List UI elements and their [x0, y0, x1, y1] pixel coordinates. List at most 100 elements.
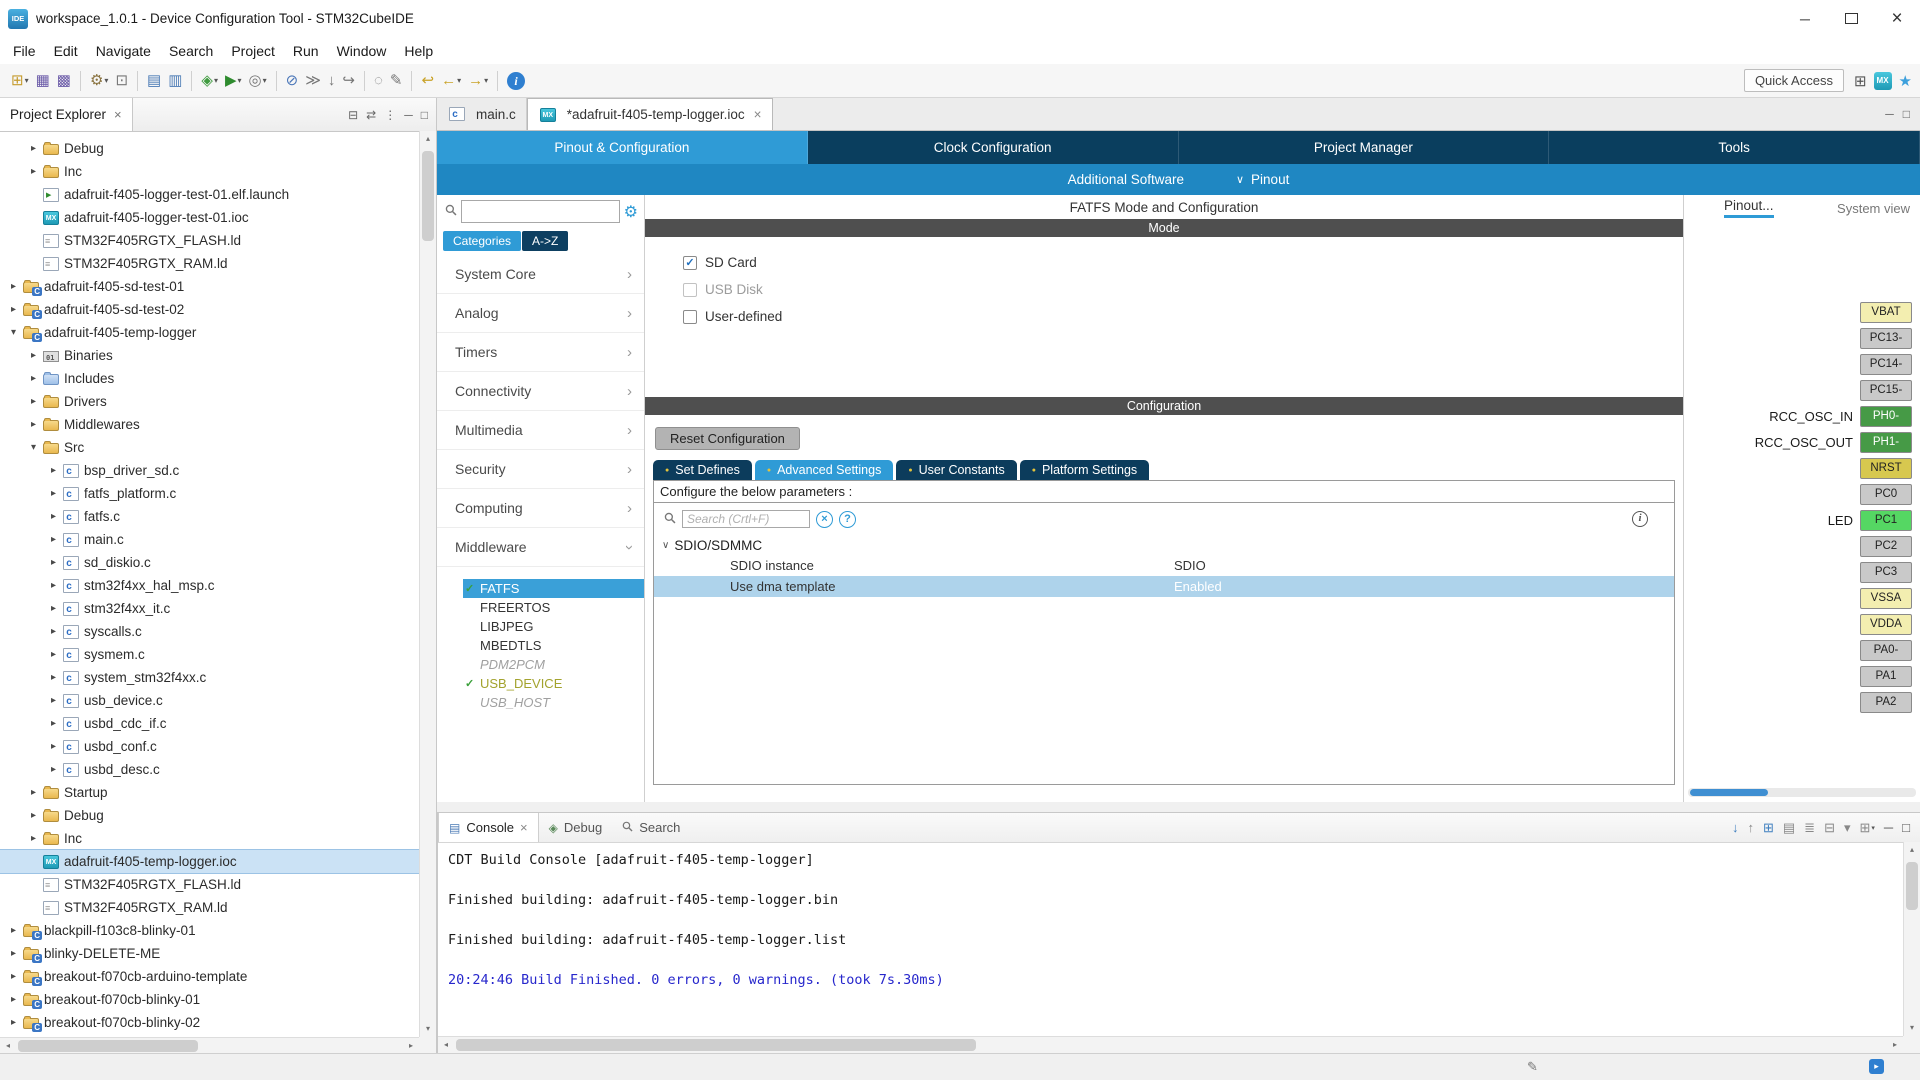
- console-vertical-scrollbar[interactable]: ▴ ▾: [1903, 842, 1920, 1036]
- minimize-view-icon[interactable]: ─: [1884, 820, 1893, 835]
- expand-toggle-icon[interactable]: ▸: [26, 143, 41, 154]
- middleware-item-usb-host[interactable]: USB_HOST: [463, 693, 644, 712]
- tree-item[interactable]: STM32F405RGTX_RAM.ld: [0, 896, 419, 919]
- device-configuration-perspective-icon[interactable]: ★: [1899, 72, 1912, 90]
- pin-nrst[interactable]: NRST: [1860, 458, 1912, 479]
- parameter-value[interactable]: Enabled: [1174, 579, 1222, 594]
- expand-toggle-icon[interactable]: ▾: [26, 442, 41, 453]
- tree-item[interactable]: ▸adafruit-f405-sd-test-02: [0, 298, 419, 321]
- open-type-icon[interactable]: ◌: [371, 69, 386, 93]
- config-main-tab-tools[interactable]: Tools: [1549, 131, 1920, 164]
- expand-toggle-icon[interactable]: ▸: [6, 1017, 21, 1028]
- pin-pa2[interactable]: PA2: [1860, 692, 1912, 713]
- tree-item[interactable]: ▸system_stm32f4xx.c: [0, 666, 419, 689]
- pin-ph0[interactable]: PH0-: [1860, 406, 1912, 427]
- close-tab-icon[interactable]: ×: [520, 820, 528, 835]
- parameter-row-use-dma-template[interactable]: Use dma templateEnabled: [654, 576, 1674, 597]
- menu-window[interactable]: Window: [328, 39, 396, 63]
- tree-item[interactable]: adafruit-f405-logger-test-01.ioc: [0, 206, 419, 229]
- pin-pc15[interactable]: PC15-: [1860, 380, 1912, 401]
- tree-item[interactable]: STM32F405RGTX_FLASH.ld: [0, 229, 419, 252]
- tab-a-z[interactable]: A->Z: [522, 231, 568, 251]
- tree-item[interactable]: ▸Startup: [0, 781, 419, 804]
- pin-pa0[interactable]: PA0-: [1860, 640, 1912, 661]
- tree-item[interactable]: ▸fatfs_platform.c: [0, 482, 419, 505]
- maximize-view-icon[interactable]: □: [1902, 820, 1910, 835]
- expand-toggle-icon[interactable]: ▸: [26, 787, 41, 798]
- expand-toggle-icon[interactable]: ▸: [46, 488, 61, 499]
- middleware-item-freertos[interactable]: FREERTOS: [463, 598, 644, 617]
- tree-item[interactable]: ▸main.c: [0, 528, 419, 551]
- scrollbar-thumb[interactable]: [1690, 789, 1768, 796]
- console-menu-icon[interactable]: ⊞▾: [1860, 820, 1875, 836]
- minimize-view-icon[interactable]: ─: [1885, 107, 1894, 121]
- menu-file[interactable]: File: [4, 39, 45, 63]
- category-computing[interactable]: Computing›: [437, 489, 644, 528]
- pin-vssa[interactable]: VSSA: [1860, 588, 1912, 609]
- tree-item[interactable]: ▸usbd_conf.c: [0, 735, 419, 758]
- checkbox-icon[interactable]: [683, 283, 697, 297]
- minimize-view-icon[interactable]: ─: [404, 108, 413, 122]
- tree-item[interactable]: ▸syscalls.c: [0, 620, 419, 643]
- open-perspective-icon[interactable]: ⊞: [1854, 72, 1867, 90]
- pin-console-icon[interactable]: ⊟: [1824, 820, 1835, 836]
- mark-occurrences-icon[interactable]: ✎: [387, 69, 406, 93]
- expand-toggle-icon[interactable]: ▸: [6, 304, 21, 315]
- expand-toggle-icon[interactable]: ▸: [6, 925, 21, 936]
- build-icon[interactable]: ⊡: [112, 69, 131, 93]
- tree-item[interactable]: ▸Debug: [0, 804, 419, 827]
- resume-icon[interactable]: ≫: [302, 69, 324, 93]
- parameter-row-sdio-instance[interactable]: SDIO instanceSDIO: [654, 555, 1674, 576]
- menu-navigate[interactable]: Navigate: [87, 39, 160, 63]
- additional-software-dropdown[interactable]: Additional Software: [1068, 172, 1184, 187]
- tab-search[interactable]: Search: [612, 813, 690, 842]
- help-button[interactable]: ?: [839, 511, 856, 528]
- skip-all-breakpoints-icon[interactable]: ⊘: [283, 69, 302, 93]
- expand-toggle-icon[interactable]: ▸: [6, 281, 21, 292]
- tree-item[interactable]: STM32F405RGTX_FLASH.ld: [0, 873, 419, 896]
- scroll-right-icon[interactable]: ▸: [403, 1038, 419, 1054]
- tree-item[interactable]: ▸usb_device.c: [0, 689, 419, 712]
- config-tab-advanced-settings[interactable]: ●Advanced Settings: [755, 460, 893, 480]
- maximize-button[interactable]: [1828, 0, 1874, 37]
- expand-toggle-icon[interactable]: ▸: [26, 396, 41, 407]
- debug-icon[interactable]: ◈▾: [198, 69, 221, 93]
- pin-pc2[interactable]: PC2: [1860, 536, 1912, 557]
- mode-option-user-defined[interactable]: User-defined: [683, 303, 1683, 330]
- build-settings-icon[interactable]: ⚙▾: [87, 69, 111, 93]
- scrollbar-thumb[interactable]: [422, 151, 434, 241]
- clear-console-icon[interactable]: ▤: [1783, 820, 1795, 836]
- info-icon[interactable]: i: [1632, 511, 1648, 527]
- category-security[interactable]: Security›: [437, 450, 644, 489]
- device-monitor-icon[interactable]: ▥: [165, 69, 185, 93]
- middleware-item-fatfs[interactable]: ✓FATFS: [463, 579, 644, 598]
- expand-toggle-icon[interactable]: ▸: [26, 419, 41, 430]
- tab-categories[interactable]: Categories: [443, 231, 521, 251]
- tree-item[interactable]: ▸fatfs.c: [0, 505, 419, 528]
- menu-help[interactable]: Help: [395, 39, 442, 63]
- pinout-horizontal-scrollbar[interactable]: [1688, 788, 1916, 797]
- editor-tab-main-c[interactable]: main.c: [437, 98, 527, 130]
- checkbox-icon[interactable]: ✓: [683, 256, 697, 270]
- config-main-tab-pinout-configuration[interactable]: Pinout & Configuration: [437, 131, 808, 164]
- scrollbar-thumb[interactable]: [1906, 862, 1918, 910]
- reset-configuration-button[interactable]: Reset Configuration: [655, 427, 800, 450]
- scroll-up-icon[interactable]: ▴: [1904, 842, 1920, 858]
- menu-edit[interactable]: Edit: [45, 39, 87, 63]
- middleware-item-pdm2pcm[interactable]: PDM2PCM: [463, 655, 644, 674]
- word-wrap-icon[interactable]: ≣: [1804, 820, 1815, 836]
- tree-item[interactable]: ▸bsp_driver_sd.c: [0, 459, 419, 482]
- expand-toggle-icon[interactable]: ▸: [46, 649, 61, 660]
- collapse-all-icon[interactable]: ⊟: [348, 108, 358, 122]
- category-system-core[interactable]: System Core›: [437, 255, 644, 294]
- tab-debug[interactable]: ◈Debug: [539, 813, 613, 842]
- tree-item[interactable]: ▸Inc: [0, 827, 419, 850]
- scroll-right-icon[interactable]: ▸: [1887, 1037, 1903, 1053]
- console-output[interactable]: CDT Build Console [adafruit-f405-temp-lo…: [438, 842, 1903, 1036]
- scrollbar-thumb[interactable]: [18, 1040, 198, 1052]
- tree-item[interactable]: adafruit-f405-temp-logger.ioc: [0, 850, 419, 873]
- parameter-search-input[interactable]: [682, 510, 810, 528]
- category-timers[interactable]: Timers›: [437, 333, 644, 372]
- pin-vbat[interactable]: VBAT: [1860, 302, 1912, 323]
- open-console-icon[interactable]: ▤: [144, 69, 164, 93]
